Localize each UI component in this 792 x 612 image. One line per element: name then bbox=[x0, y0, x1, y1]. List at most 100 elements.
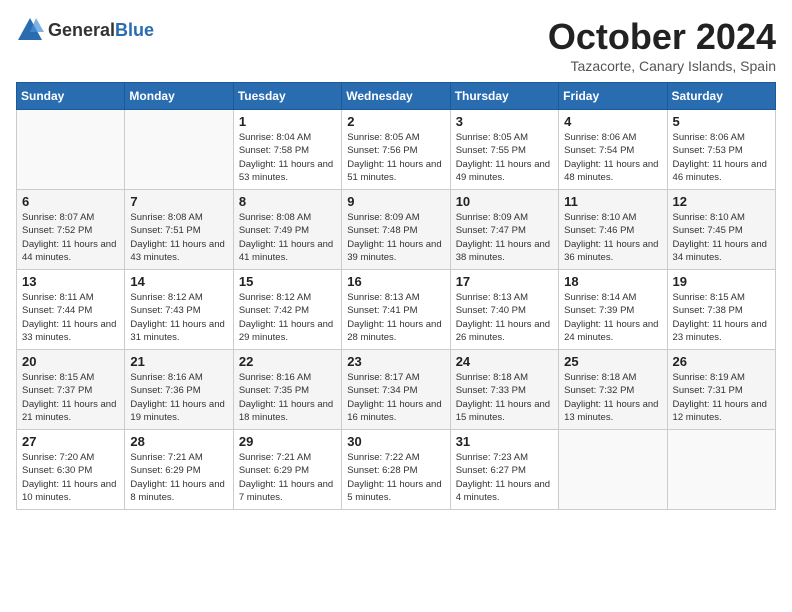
calendar-week-row: 13 Sunrise: 8:11 AM Sunset: 7:44 PM Dayli… bbox=[17, 270, 776, 350]
calendar-cell: 23 Sunrise: 8:17 AM Sunset: 7:34 PM Dayli… bbox=[342, 350, 450, 430]
day-number: 7 bbox=[130, 194, 227, 209]
calendar-cell: 1 Sunrise: 8:04 AM Sunset: 7:58 PM Daylig… bbox=[233, 110, 341, 190]
calendar-cell: 6 Sunrise: 8:07 AM Sunset: 7:52 PM Daylig… bbox=[17, 190, 125, 270]
calendar-cell bbox=[17, 110, 125, 190]
calendar-table: SundayMondayTuesdayWednesdayThursdayFrid… bbox=[16, 82, 776, 510]
page-header: GeneralBlue October 2024 Tazacorte, Cana… bbox=[16, 16, 776, 74]
day-number: 23 bbox=[347, 354, 444, 369]
day-detail: Sunrise: 8:07 AM Sunset: 7:52 PM Dayligh… bbox=[22, 211, 119, 264]
calendar-cell: 31Sunrise: 7:23 AM Sunset: 6:27 PM Dayli… bbox=[450, 430, 558, 510]
day-detail: Sunrise: 8:08 AM Sunset: 7:49 PM Dayligh… bbox=[239, 211, 336, 264]
calendar-week-row: 27Sunrise: 7:20 AM Sunset: 6:30 PM Dayli… bbox=[17, 430, 776, 510]
day-number: 6 bbox=[22, 194, 119, 209]
calendar-cell bbox=[125, 110, 233, 190]
calendar-cell: 25 Sunrise: 8:18 AM Sunset: 7:32 PM Dayli… bbox=[559, 350, 667, 430]
day-detail: Sunrise: 8:05 AM Sunset: 7:55 PM Dayligh… bbox=[456, 131, 553, 184]
day-number: 12 bbox=[673, 194, 770, 209]
location: Tazacorte, Canary Islands, Spain bbox=[548, 58, 776, 74]
day-number: 18 bbox=[564, 274, 661, 289]
day-detail: Sunrise: 8:08 AM Sunset: 7:51 PM Dayligh… bbox=[130, 211, 227, 264]
day-of-week-header: Thursday bbox=[450, 83, 558, 110]
day-number: 24 bbox=[456, 354, 553, 369]
day-number: 13 bbox=[22, 274, 119, 289]
day-number: 21 bbox=[130, 354, 227, 369]
calendar-cell: 24 Sunrise: 8:18 AM Sunset: 7:33 PM Dayli… bbox=[450, 350, 558, 430]
day-detail: Sunrise: 8:13 AM Sunset: 7:40 PM Dayligh… bbox=[456, 291, 553, 344]
day-number: 26 bbox=[673, 354, 770, 369]
calendar-week-row: 6 Sunrise: 8:07 AM Sunset: 7:52 PM Daylig… bbox=[17, 190, 776, 270]
day-detail: Sunrise: 7:20 AM Sunset: 6:30 PM Dayligh… bbox=[22, 451, 119, 504]
day-detail: Sunrise: 8:15 AM Sunset: 7:38 PM Dayligh… bbox=[673, 291, 770, 344]
day-number: 19 bbox=[673, 274, 770, 289]
day-detail: Sunrise: 8:09 AM Sunset: 7:48 PM Dayligh… bbox=[347, 211, 444, 264]
calendar-cell: 18 Sunrise: 8:14 AM Sunset: 7:39 PM Dayli… bbox=[559, 270, 667, 350]
day-detail: Sunrise: 7:23 AM Sunset: 6:27 PM Dayligh… bbox=[456, 451, 553, 504]
logo-icon bbox=[16, 16, 44, 44]
day-number: 20 bbox=[22, 354, 119, 369]
calendar-cell: 7 Sunrise: 8:08 AM Sunset: 7:51 PM Daylig… bbox=[125, 190, 233, 270]
calendar-cell: 9 Sunrise: 8:09 AM Sunset: 7:48 PM Daylig… bbox=[342, 190, 450, 270]
day-detail: Sunrise: 8:13 AM Sunset: 7:41 PM Dayligh… bbox=[347, 291, 444, 344]
month-title: October 2024 bbox=[548, 16, 776, 58]
day-of-week-header: Saturday bbox=[667, 83, 775, 110]
logo-blue: Blue bbox=[115, 20, 154, 40]
calendar-cell: 10 Sunrise: 8:09 AM Sunset: 7:47 PM Dayli… bbox=[450, 190, 558, 270]
calendar-cell: 20Sunrise: 8:15 AM Sunset: 7:37 PM Dayli… bbox=[17, 350, 125, 430]
day-of-week-header: Tuesday bbox=[233, 83, 341, 110]
day-detail: Sunrise: 8:14 AM Sunset: 7:39 PM Dayligh… bbox=[564, 291, 661, 344]
day-detail: Sunrise: 8:18 AM Sunset: 7:33 PM Dayligh… bbox=[456, 371, 553, 424]
calendar-cell: 5 Sunrise: 8:06 AM Sunset: 7:53 PM Daylig… bbox=[667, 110, 775, 190]
day-detail: Sunrise: 8:06 AM Sunset: 7:54 PM Dayligh… bbox=[564, 131, 661, 184]
day-number: 16 bbox=[347, 274, 444, 289]
calendar-cell: 14Sunrise: 8:12 AM Sunset: 7:43 PM Dayli… bbox=[125, 270, 233, 350]
day-number: 1 bbox=[239, 114, 336, 129]
day-detail: Sunrise: 8:06 AM Sunset: 7:53 PM Dayligh… bbox=[673, 131, 770, 184]
day-detail: Sunrise: 8:09 AM Sunset: 7:47 PM Dayligh… bbox=[456, 211, 553, 264]
day-number: 4 bbox=[564, 114, 661, 129]
day-detail: Sunrise: 8:12 AM Sunset: 7:42 PM Dayligh… bbox=[239, 291, 336, 344]
calendar-cell: 29 Sunrise: 7:21 AM Sunset: 6:29 PM Dayli… bbox=[233, 430, 341, 510]
calendar-cell: 21Sunrise: 8:16 AM Sunset: 7:36 PM Dayli… bbox=[125, 350, 233, 430]
day-number: 2 bbox=[347, 114, 444, 129]
day-detail: Sunrise: 8:05 AM Sunset: 7:56 PM Dayligh… bbox=[347, 131, 444, 184]
day-number: 14 bbox=[130, 274, 227, 289]
header-row: SundayMondayTuesdayWednesdayThursdayFrid… bbox=[17, 83, 776, 110]
day-number: 17 bbox=[456, 274, 553, 289]
day-detail: Sunrise: 8:18 AM Sunset: 7:32 PM Dayligh… bbox=[564, 371, 661, 424]
day-detail: Sunrise: 8:04 AM Sunset: 7:58 PM Dayligh… bbox=[239, 131, 336, 184]
logo-general: General bbox=[48, 20, 115, 40]
day-detail: Sunrise: 8:16 AM Sunset: 7:35 PM Dayligh… bbox=[239, 371, 336, 424]
day-of-week-header: Sunday bbox=[17, 83, 125, 110]
calendar-cell: 16 Sunrise: 8:13 AM Sunset: 7:41 PM Dayli… bbox=[342, 270, 450, 350]
day-number: 30 bbox=[347, 434, 444, 449]
day-detail: Sunrise: 8:10 AM Sunset: 7:46 PM Dayligh… bbox=[564, 211, 661, 264]
calendar-cell: 27Sunrise: 7:20 AM Sunset: 6:30 PM Dayli… bbox=[17, 430, 125, 510]
day-number: 15 bbox=[239, 274, 336, 289]
calendar-cell bbox=[667, 430, 775, 510]
calendar-cell: 11 Sunrise: 8:10 AM Sunset: 7:46 PM Dayli… bbox=[559, 190, 667, 270]
calendar-cell: 19 Sunrise: 8:15 AM Sunset: 7:38 PM Dayli… bbox=[667, 270, 775, 350]
calendar-cell: 22 Sunrise: 8:16 AM Sunset: 7:35 PM Dayli… bbox=[233, 350, 341, 430]
calendar-cell: 15 Sunrise: 8:12 AM Sunset: 7:42 PM Dayli… bbox=[233, 270, 341, 350]
day-detail: Sunrise: 8:11 AM Sunset: 7:44 PM Dayligh… bbox=[22, 291, 119, 344]
day-number: 3 bbox=[456, 114, 553, 129]
day-detail: Sunrise: 8:19 AM Sunset: 7:31 PM Dayligh… bbox=[673, 371, 770, 424]
day-number: 5 bbox=[673, 114, 770, 129]
day-detail: Sunrise: 8:17 AM Sunset: 7:34 PM Dayligh… bbox=[347, 371, 444, 424]
calendar-cell: 3 Sunrise: 8:05 AM Sunset: 7:55 PM Daylig… bbox=[450, 110, 558, 190]
calendar-cell: 28Sunrise: 7:21 AM Sunset: 6:29 PM Dayli… bbox=[125, 430, 233, 510]
day-number: 9 bbox=[347, 194, 444, 209]
day-number: 8 bbox=[239, 194, 336, 209]
calendar-cell: 8 Sunrise: 8:08 AM Sunset: 7:49 PM Daylig… bbox=[233, 190, 341, 270]
day-detail: Sunrise: 7:21 AM Sunset: 6:29 PM Dayligh… bbox=[239, 451, 336, 504]
day-detail: Sunrise: 8:10 AM Sunset: 7:45 PM Dayligh… bbox=[673, 211, 770, 264]
day-detail: Sunrise: 7:21 AM Sunset: 6:29 PM Dayligh… bbox=[130, 451, 227, 504]
day-number: 25 bbox=[564, 354, 661, 369]
day-number: 10 bbox=[456, 194, 553, 209]
calendar-cell: 4 Sunrise: 8:06 AM Sunset: 7:54 PM Daylig… bbox=[559, 110, 667, 190]
day-number: 22 bbox=[239, 354, 336, 369]
day-number: 29 bbox=[239, 434, 336, 449]
calendar-cell: 13 Sunrise: 8:11 AM Sunset: 7:44 PM Dayli… bbox=[17, 270, 125, 350]
calendar-cell bbox=[559, 430, 667, 510]
day-number: 11 bbox=[564, 194, 661, 209]
